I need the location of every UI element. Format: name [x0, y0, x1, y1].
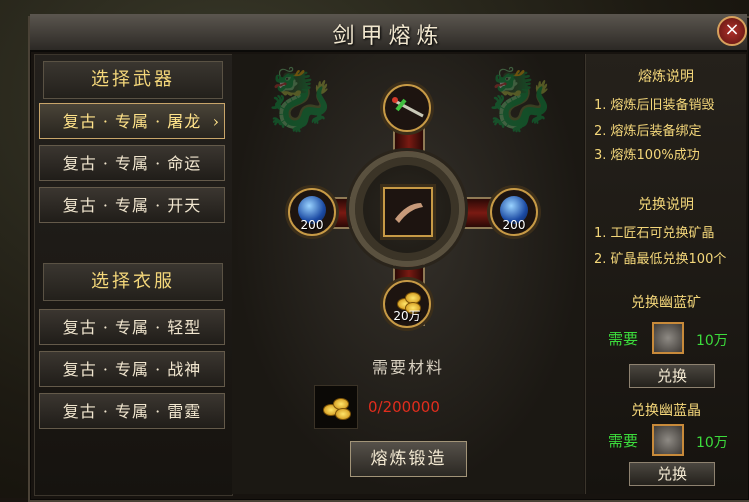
rule-line: 3. 熔炼100%成功: [594, 148, 700, 163]
weapon-item-mingyun[interactable]: 复古 · 专属 · 命运: [39, 145, 225, 181]
chevron-right-icon: ›: [212, 112, 220, 131]
smelting-area: 🐉 🐉 200 200 20万 需要材料 0/200000 熔炼锻造: [232, 54, 584, 494]
crystal-icon: [652, 424, 684, 456]
slot-left-gem[interactable]: 200: [288, 188, 336, 236]
exchange-amount: 10万: [696, 333, 728, 349]
exchange-rule-line: 1. 工匠石可兑换矿晶: [594, 226, 715, 241]
rules-header: 熔炼说明: [638, 69, 694, 85]
materials-label: 需要材料: [371, 358, 444, 377]
slot-top-weapon[interactable]: [383, 84, 431, 132]
title-bar: 剑甲熔炼: [30, 14, 747, 52]
weapon-header: 选择武器: [43, 61, 223, 99]
rule-line: 2. 熔炼后装备绑定: [594, 124, 702, 139]
slot-bottom-gold[interactable]: 20万: [383, 280, 431, 328]
dragon-decoration-icon: 🐉: [262, 65, 337, 135]
materials-progress: 0/200000: [368, 398, 440, 416]
need-label: 需要: [608, 432, 639, 450]
slot-left-count: 200: [300, 218, 324, 232]
armor-header: 选择衣服: [43, 263, 223, 301]
scroll-icon: [395, 203, 423, 223]
gold-coin-icon: [335, 408, 351, 420]
slot-right-count: 200: [502, 218, 526, 232]
dragon-decoration-icon: 🐉: [482, 65, 557, 135]
forge-button[interactable]: 熔炼锻造: [350, 441, 467, 477]
close-icon[interactable]: ×: [717, 16, 747, 46]
slot-center-result[interactable]: [383, 187, 433, 237]
sword-icon: [392, 97, 424, 118]
right-panel: 熔炼说明 1. 熔炼后旧装备销毁 2. 熔炼后装备绑定 3. 熔炼100%成功 …: [585, 54, 746, 494]
window-title: 剑甲熔炼: [332, 24, 445, 49]
weapon-item-tulong[interactable]: 复古 · 专属 · 屠龙 ›: [39, 103, 225, 139]
armor-item-leiting[interactable]: 复古 · 专属 · 雷霆: [39, 393, 225, 429]
exchange-title-ore: 兑换幽蓝矿: [631, 295, 701, 311]
exchange-header: 兑换说明: [638, 197, 694, 213]
armor-item-qingxing[interactable]: 复古 · 专属 · 轻型: [39, 309, 225, 345]
left-panel: 选择武器 复古 · 专属 · 屠龙 › 复古 · 专属 · 命运 复古 · 专属…: [34, 54, 233, 496]
ore-icon: [652, 322, 684, 354]
exchange-ore-button[interactable]: 兑换: [629, 364, 715, 388]
rule-line: 1. 熔炼后旧装备销毁: [594, 98, 715, 113]
armor-item-zhanshen[interactable]: 复古 · 专属 · 战神: [39, 351, 225, 387]
weapon-item-kaitian[interactable]: 复古 · 专属 · 开天: [39, 187, 225, 223]
exchange-rule-line: 2. 矿晶最低兑换100个: [594, 252, 727, 267]
weapon-item-label: 复古 · 专属 · 屠龙: [62, 112, 202, 131]
slot-right-gem[interactable]: 200: [490, 188, 538, 236]
material-gold-slot: [314, 385, 358, 429]
slot-bottom-count: 20万: [393, 309, 421, 323]
exchange-crystal-button[interactable]: 兑换: [629, 462, 715, 486]
exchange-title-crystal: 兑换幽蓝晶: [631, 403, 701, 419]
need-label: 需要: [608, 330, 639, 348]
exchange-amount: 10万: [696, 435, 728, 451]
